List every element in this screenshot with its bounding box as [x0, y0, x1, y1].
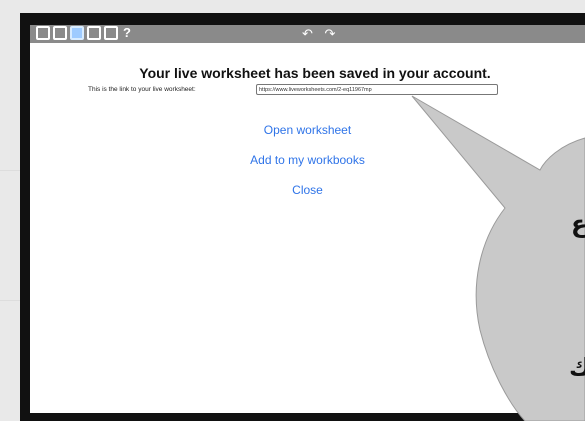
dialog-title: Your live worksheet has been saved in yo… [139, 65, 491, 81]
open-worksheet-link[interactable]: Open worksheet [30, 123, 585, 137]
search-doc-icon[interactable] [53, 26, 67, 40]
save-dialog: Your live worksheet has been saved in yo… [30, 43, 585, 413]
undo-redo-icons[interactable]: ↶ ↷ [302, 25, 339, 43]
page-icon[interactable] [70, 26, 84, 40]
close-link[interactable]: Close [30, 183, 585, 197]
add-to-workbooks-link[interactable]: Add to my workbooks [30, 153, 585, 167]
help-icon[interactable]: ? [121, 26, 133, 40]
editor-toolbar: ? ↶ ↷ [30, 25, 585, 43]
copy-doc-icon[interactable] [87, 26, 101, 40]
worksheet-link-field[interactable] [256, 84, 498, 95]
export-icon[interactable] [104, 26, 118, 40]
edit-icon[interactable] [36, 26, 50, 40]
link-label: This is the link to your live worksheet: [88, 86, 196, 93]
